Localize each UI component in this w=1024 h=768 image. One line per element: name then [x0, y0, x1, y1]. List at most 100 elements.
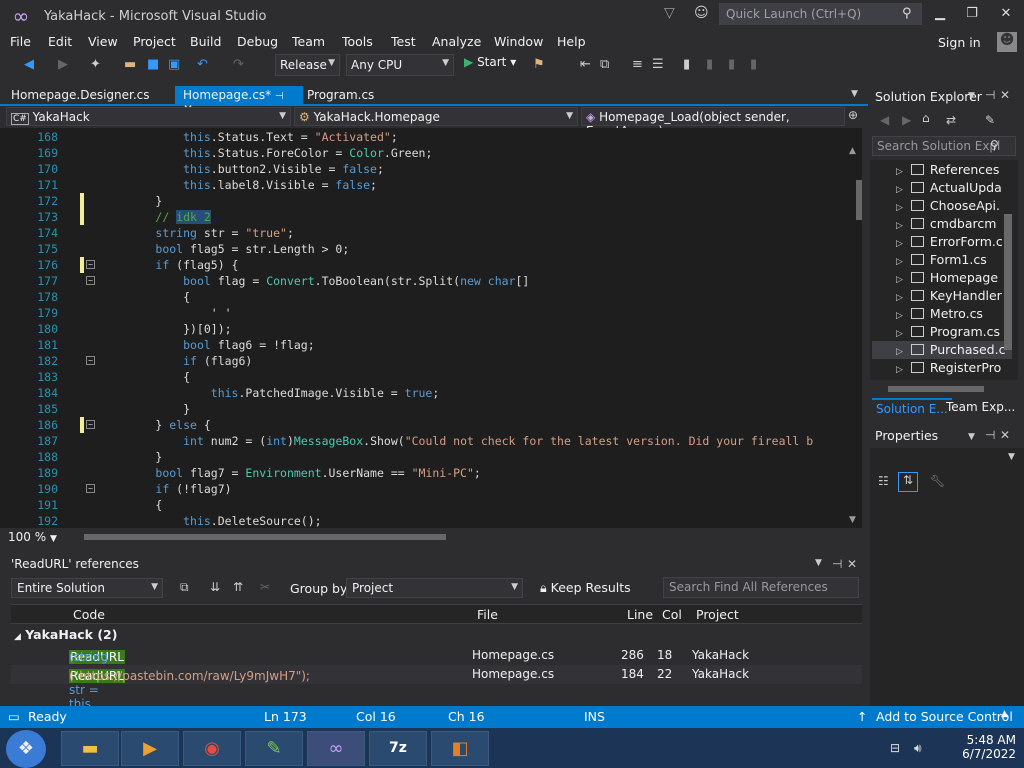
browser-link-icon[interactable]: ⚑ [533, 57, 545, 72]
clear-filters-icon[interactable]: ✂ [260, 580, 270, 594]
account-avatar-icon[interactable]: ☻ [997, 32, 1017, 52]
project-dropdown[interactable]: C# YakaHack ▼ [6, 107, 291, 126]
code-line[interactable]: 191 { [0, 497, 844, 513]
find-references-search-input[interactable]: Search Find All References [663, 577, 859, 598]
minimize-button[interactable]: ▁ [928, 6, 952, 21]
notepad-plus-icon[interactable]: ✎ [245, 731, 303, 766]
tab-program[interactable]: Program.cs [299, 86, 382, 106]
code-line[interactable]: 187 int num2 = (int)MessageBox.Show("Cou… [0, 433, 844, 449]
solution-item[interactable]: ▷ Form1.cs [896, 252, 987, 270]
start-button[interactable]: ▶ Start ▾ [464, 55, 516, 69]
expand-icon[interactable]: ▷ [896, 203, 903, 213]
menu-analyze[interactable]: Analyze [432, 34, 481, 49]
panel-menu-icon[interactable]: ▼ [968, 432, 975, 442]
code-line[interactable]: 189 bool flag7 = Environment.UserName ==… [0, 465, 844, 481]
scroll-down-icon[interactable]: ▼ [849, 515, 856, 525]
menu-project[interactable]: Project [133, 34, 176, 49]
file-explorer-icon[interactable]: ▬ [61, 731, 119, 766]
code-line[interactable]: 180 })[0]); [0, 321, 844, 337]
column-code[interactable]: Code [73, 607, 105, 622]
settings-icon[interactable]: ✎ [985, 113, 995, 127]
class-dropdown[interactable]: ⚙ YakaHack.Homepage ▼ [294, 107, 578, 126]
code-line[interactable]: 181 bool flag6 = !flag; [0, 337, 844, 353]
tab-homepage-designer[interactable]: Homepage.Designer.cs [3, 86, 158, 106]
forward-icon[interactable]: ▶ [902, 113, 911, 127]
solution-item[interactable]: ▷ cmdbarcm [896, 216, 996, 234]
collapse-all-icon[interactable]: ⇈ [233, 580, 243, 594]
categorized-icon[interactable]: ☷ [878, 474, 889, 488]
split-editor-icon[interactable]: ⊕ [848, 108, 858, 122]
expand-icon[interactable]: ▷ [896, 311, 903, 321]
close-panel-icon[interactable]: ✕ [1000, 88, 1010, 102]
comment-icon[interactable]: ≡ [632, 57, 643, 72]
code-line[interactable]: 175 bool flag5 = str.Length > 0; [0, 241, 844, 257]
menu-file[interactable]: File [10, 34, 31, 49]
solution-item[interactable]: ▷ Homepage [896, 270, 998, 288]
menu-help[interactable]: Help [557, 34, 586, 49]
expand-icon[interactable]: ▷ [896, 329, 903, 339]
menu-debug[interactable]: Debug [237, 34, 278, 49]
results-group-header[interactable]: ◢ YakaHack (2) [14, 627, 117, 642]
panel-menu-icon[interactable]: ▼ [815, 558, 822, 568]
column-col[interactable]: Col [662, 607, 682, 622]
7zip-icon[interactable]: 7z [369, 731, 427, 766]
keep-results-button[interactable]: 🔒︎ Keep Results [540, 580, 631, 596]
solution-item[interactable]: ▷ Metro.cs [896, 306, 983, 324]
menu-tools[interactable]: Tools [342, 34, 373, 49]
pin-icon[interactable]: ⊣ [832, 557, 842, 571]
solution-configuration-select[interactable]: Release ▼ [275, 54, 340, 76]
feedback-icon[interactable]: ☺ [694, 5, 709, 21]
code-line[interactable]: 169 this.Status.ForeColor = Color.Green; [0, 145, 844, 161]
code-line[interactable]: 184 this.PatchedImage.Visible = true; [0, 385, 844, 401]
close-button[interactable]: ✕ [994, 6, 1018, 21]
undo-icon[interactable]: ↶ [197, 57, 208, 72]
new-project-icon[interactable]: ✦ [90, 57, 101, 72]
menu-window[interactable]: Window [494, 34, 543, 49]
sync-icon[interactable]: ⇄ [946, 113, 956, 127]
solution-item[interactable]: ▷ Program.cs [896, 324, 1000, 342]
expand-icon[interactable]: ▷ [896, 239, 903, 249]
menu-edit[interactable]: Edit [48, 34, 72, 49]
column-project[interactable]: Project [696, 607, 739, 622]
solution-item[interactable]: ▷ Purchased.c [896, 342, 1005, 360]
step-icon[interactable]: ⇤ [580, 57, 591, 72]
code-line[interactable]: 192 this.DeleteSource(); [0, 513, 844, 529]
search-icon[interactable]: ⚲ [990, 138, 999, 152]
code-line[interactable]: 172 } [0, 193, 844, 209]
expand-icon[interactable]: ▷ [896, 221, 903, 231]
code-line[interactable]: 178 { [0, 289, 844, 305]
back-icon[interactable]: ◀ [880, 113, 889, 127]
restore-button[interactable]: ❐ [960, 6, 984, 21]
volume-icon[interactable]: 🔊︎ [914, 741, 922, 756]
column-line[interactable]: Line [627, 607, 653, 622]
fold-toggle-icon[interactable]: − [86, 260, 95, 269]
expand-icon[interactable]: ▷ [896, 275, 903, 285]
fold-toggle-icon[interactable]: − [86, 420, 95, 429]
zoom-level[interactable]: 100 % ▼ [8, 530, 57, 544]
solution-scroll-thumb[interactable] [1004, 214, 1012, 350]
menu-view[interactable]: View [88, 34, 118, 49]
property-pages-icon[interactable]: 🔧︎ [930, 474, 945, 488]
scroll-thumb[interactable] [856, 180, 862, 220]
fold-toggle-icon[interactable]: − [86, 276, 95, 285]
code-line[interactable]: 171 this.label8.Visible = false; [0, 177, 844, 193]
expand-icon[interactable]: ▷ [896, 185, 903, 195]
expand-icon[interactable]: ▷ [896, 347, 903, 357]
tab-solution-explorer[interactable]: Solution E... [872, 398, 952, 418]
result-row[interactable]: string str = this.ReadURL("https://paste… [11, 665, 862, 711]
menu-team[interactable]: Team [292, 34, 325, 49]
chevron-down-icon[interactable]: ▼ [1008, 452, 1015, 462]
close-panel-icon[interactable]: ✕ [847, 557, 857, 571]
horizontal-scroll-thumb[interactable] [84, 534, 446, 540]
menu-test[interactable]: Test [391, 34, 416, 49]
fold-toggle-icon[interactable]: − [86, 356, 95, 365]
scope-select[interactable]: Entire Solution ▼ [11, 578, 163, 598]
fold-toggle-icon[interactable]: − [86, 484, 95, 493]
solution-platform-select[interactable]: Any CPU ▼ [346, 54, 454, 76]
taskbar-clock[interactable]: 5:48 AM 6/7/2022 [950, 733, 1016, 761]
notification-filter-icon[interactable]: ▽ [664, 5, 675, 21]
open-file-icon[interactable]: ▬ [124, 57, 136, 72]
clear-bookmarks-icon[interactable]: ▮ [750, 57, 757, 72]
menu-build[interactable]: Build [190, 34, 221, 49]
solution-item[interactable]: ▷ References [896, 162, 999, 180]
